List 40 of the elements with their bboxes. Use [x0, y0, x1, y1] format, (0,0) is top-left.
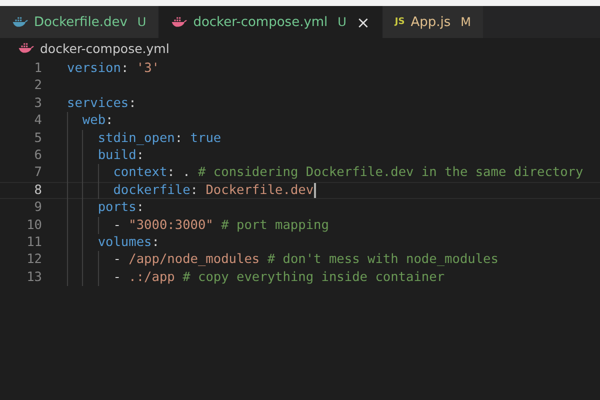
line-number: 8: [33, 182, 42, 200]
close-icon[interactable]: ×: [356, 12, 370, 32]
javascript-file-icon: JS: [394, 17, 405, 27]
line-number: 4: [33, 112, 42, 130]
line-number: 11: [26, 234, 42, 252]
editor-tab[interactable]: JS App.js M: [382, 6, 484, 38]
editor-tab[interactable]: docker-compose.yml U ×: [159, 6, 383, 38]
code-line: web:: [81, 112, 114, 130]
git-status-label: M: [460, 15, 471, 29]
code-line: dockerfile: Dockerfile.dev: [112, 182, 314, 200]
code-line: ports:: [96, 199, 144, 217]
line-number: 13: [26, 268, 42, 286]
code-line: services:: [67, 94, 136, 112]
line-number: 7: [33, 164, 42, 182]
line-number: 1: [33, 60, 42, 78]
line-number: 9: [33, 199, 42, 217]
editor-tab[interactable]: Dockerfile.dev U: [0, 6, 160, 38]
tab-label: docker-compose.yml: [193, 14, 328, 30]
line-number: 6: [33, 146, 42, 164]
line-number: 5: [33, 130, 42, 147]
code-line: - "3000:3000" # port mapping: [112, 216, 329, 234]
code-line: - /app/node_modules # don't mess with node_modules: [112, 251, 498, 269]
line-number: 2: [33, 77, 42, 95]
code-line: context: . # considering Dockerfile.dev in the same directory: [112, 164, 584, 182]
code-line: build:: [96, 146, 144, 164]
whale-icon: [12, 16, 28, 28]
code-line: - .:/app # copy everything inside container: [112, 268, 445, 286]
code-line: stdin_open: true: [96, 130, 222, 147]
git-status-label: U: [137, 15, 146, 29]
tab-label: Dockerfile.dev: [34, 14, 128, 30]
breadcrumb[interactable]: docker-compose.yml: [40, 40, 170, 56]
whale-icon: [18, 42, 34, 54]
code-line: version: '3': [67, 60, 160, 78]
whale-icon: [171, 16, 188, 28]
line-number: 3: [33, 94, 42, 112]
line-number: 12: [26, 251, 42, 269]
tab-label: App.js: [410, 14, 451, 30]
line-number: 10: [26, 216, 42, 234]
git-status-label: U: [338, 15, 346, 29]
code-line: volumes:: [96, 234, 160, 252]
